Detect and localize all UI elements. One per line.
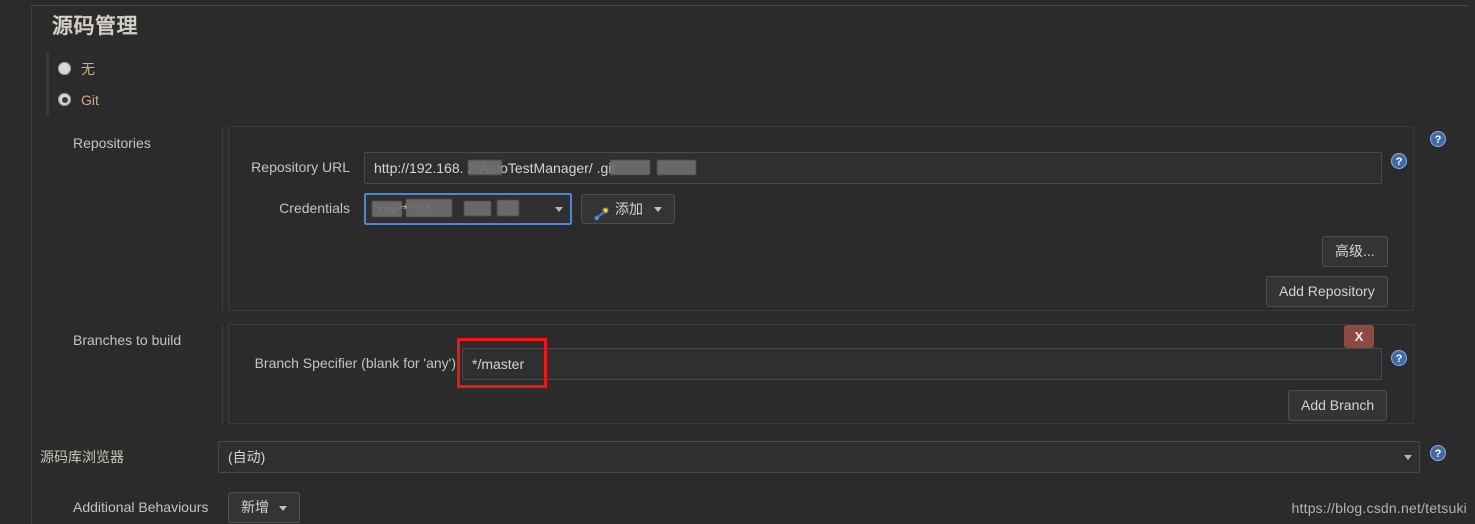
key-icon <box>594 202 610 221</box>
scm-radio-label-none: 无 <box>81 60 95 77</box>
add-credentials-label: 添加 <box>615 201 643 217</box>
help-icon-branch-specifier[interactable]: ? <box>1391 350 1407 366</box>
repository-url-input[interactable]: http://192.168. 2/AutoTestManager/ .git <box>364 152 1382 184</box>
radio-icon-none[interactable] <box>58 62 71 75</box>
additional-behaviours-label: Additional Behaviours <box>73 499 209 515</box>
branch-specifier-value: */master <box>472 356 525 372</box>
redaction-block-1 <box>468 160 502 175</box>
add-branch-button-label: Add Branch <box>1301 397 1375 413</box>
page-title: 源码管理 <box>52 15 138 38</box>
add-repository-button-label: Add Repository <box>1279 283 1375 299</box>
repo-browser-label: 源码库浏览器 <box>40 449 124 465</box>
scm-radio-option-none[interactable]: 无 <box>58 53 346 84</box>
scm-configuration-page: 源码管理 无 Git Repositories Repository URL h… <box>0 0 1475 524</box>
scm-radio-option-git[interactable]: Git <box>58 84 346 115</box>
advanced-button[interactable]: 高级... <box>1322 236 1388 267</box>
redaction-block-7 <box>497 200 519 216</box>
watermark: https://blog.csdn.net/tetsuki <box>1291 500 1467 516</box>
svg-text:?: ? <box>1396 353 1403 365</box>
repositories-left-accent <box>222 126 223 311</box>
redaction-block-2 <box>610 160 650 175</box>
scm-radio-label-git: Git <box>81 91 99 108</box>
scm-radio-group: 无 Git <box>46 53 346 115</box>
add-repository-button[interactable]: Add Repository <box>1266 276 1388 307</box>
chevron-down-icon <box>1404 455 1412 460</box>
chevron-down-icon <box>555 207 563 212</box>
add-branch-button[interactable]: Add Branch <box>1288 390 1388 421</box>
repositories-section-label: Repositories <box>73 135 151 151</box>
top-divider <box>31 5 1469 6</box>
radio-icon-git[interactable] <box>58 93 71 106</box>
repo-browser-select[interactable]: (自动) <box>218 441 1420 473</box>
advanced-button-label: 高级... <box>1335 243 1375 259</box>
branches-section-label: Branches to build <box>73 332 182 348</box>
add-credentials-button[interactable]: 添加 <box>581 194 675 224</box>
chevron-down-icon <box>654 206 662 212</box>
repo-browser-value: (自动) <box>228 449 266 465</box>
delete-branch-button[interactable]: X <box>1344 325 1374 348</box>
branch-specifier-label: Branch Specifier (blank for 'any') <box>254 355 456 371</box>
repository-url-label: Repository URL <box>251 159 350 175</box>
redaction-block-6 <box>464 201 491 216</box>
branches-left-accent <box>222 324 223 424</box>
redaction-block-5 <box>406 199 452 217</box>
additional-behaviours-add-button[interactable]: 新增 <box>228 492 300 523</box>
svg-text:?: ? <box>1435 448 1442 460</box>
credentials-label: Credentials <box>279 200 350 216</box>
delete-branch-label: X <box>1354 329 1364 344</box>
left-divider <box>31 5 32 524</box>
branch-specifier-input[interactable]: */master <box>462 348 1382 380</box>
svg-text:?: ? <box>1435 134 1442 146</box>
help-icon-repositories[interactable]: ? <box>1430 131 1446 147</box>
redaction-block-3 <box>657 160 696 175</box>
chevron-down-icon <box>278 505 287 511</box>
svg-text:?: ? <box>1396 156 1403 168</box>
help-icon-repo-browser[interactable]: ? <box>1430 445 1446 461</box>
help-icon-repository-url[interactable]: ? <box>1391 153 1407 169</box>
additional-behaviours-add-label: 新增 <box>241 499 269 515</box>
redaction-block-4 <box>372 201 402 217</box>
